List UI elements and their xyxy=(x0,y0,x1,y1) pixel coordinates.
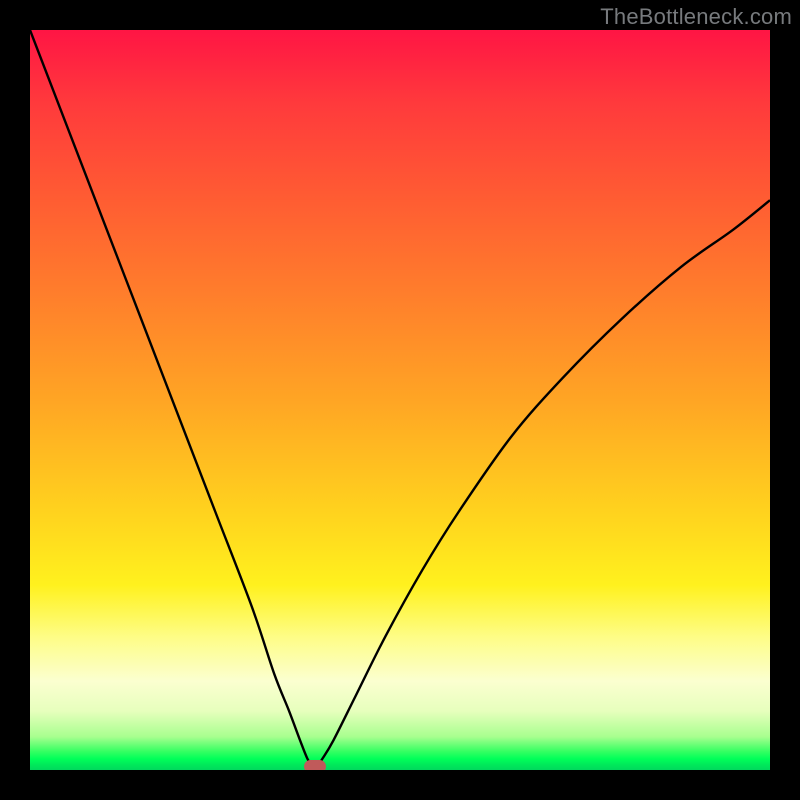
optimal-marker xyxy=(304,760,326,770)
chart-frame: TheBottleneck.com xyxy=(0,0,800,800)
bottleneck-curve xyxy=(30,30,770,767)
plot-area xyxy=(30,30,770,770)
curve-layer xyxy=(30,30,770,770)
watermark-text: TheBottleneck.com xyxy=(600,4,792,30)
